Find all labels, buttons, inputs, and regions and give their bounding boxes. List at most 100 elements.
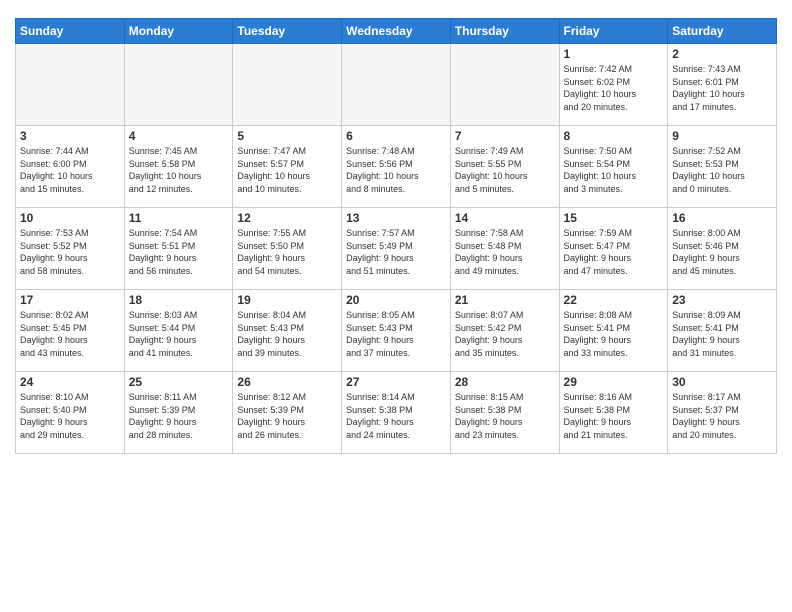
day-number: 12 xyxy=(237,211,337,225)
day-number: 22 xyxy=(564,293,664,307)
day-number: 25 xyxy=(129,375,229,389)
day-number: 19 xyxy=(237,293,337,307)
calendar-table: SundayMondayTuesdayWednesdayThursdayFrid… xyxy=(15,18,777,454)
calendar-week-row: 17 Sunrise: 8:02 AM Sunset: 5:45 PM Dayli… xyxy=(16,290,777,372)
day-number: 6 xyxy=(346,129,446,143)
calendar-day: 10 Sunrise: 7:53 AM Sunset: 5:52 PM Dayli… xyxy=(16,208,125,290)
day-info: Sunrise: 7:53 AM Sunset: 5:52 PM Dayligh… xyxy=(20,227,120,277)
calendar-week-row: 10 Sunrise: 7:53 AM Sunset: 5:52 PM Dayli… xyxy=(16,208,777,290)
calendar-day: 15 Sunrise: 7:59 AM Sunset: 5:47 PM Dayli… xyxy=(559,208,668,290)
calendar-day: 3 Sunrise: 7:44 AM Sunset: 6:00 PM Daylig… xyxy=(16,126,125,208)
page-container: General Blue SundayMondayTuesdayWednesda… xyxy=(0,0,792,464)
day-info: Sunrise: 7:54 AM Sunset: 5:51 PM Dayligh… xyxy=(129,227,229,277)
day-info: Sunrise: 8:12 AM Sunset: 5:39 PM Dayligh… xyxy=(237,391,337,441)
day-info: Sunrise: 8:04 AM Sunset: 5:43 PM Dayligh… xyxy=(237,309,337,359)
calendar-day: 8 Sunrise: 7:50 AM Sunset: 5:54 PM Daylig… xyxy=(559,126,668,208)
day-number: 27 xyxy=(346,375,446,389)
calendar-day: 18 Sunrise: 8:03 AM Sunset: 5:44 PM Dayli… xyxy=(124,290,233,372)
calendar-day: 26 Sunrise: 8:12 AM Sunset: 5:39 PM Dayli… xyxy=(233,372,342,454)
calendar-day: 24 Sunrise: 8:10 AM Sunset: 5:40 PM Dayli… xyxy=(16,372,125,454)
day-info: Sunrise: 7:47 AM Sunset: 5:57 PM Dayligh… xyxy=(237,145,337,195)
calendar-day: 7Sunrise: 7:49 AM Sunset: 5:55 PM Daylig… xyxy=(450,126,559,208)
day-number: 13 xyxy=(346,211,446,225)
calendar-day xyxy=(450,44,559,126)
calendar-day: 9 Sunrise: 7:52 AM Sunset: 5:53 PM Daylig… xyxy=(668,126,777,208)
calendar-header-row: SundayMondayTuesdayWednesdayThursdayFrid… xyxy=(16,19,777,44)
day-info: Sunrise: 7:52 AM Sunset: 5:53 PM Dayligh… xyxy=(672,145,772,195)
day-number: 21 xyxy=(455,293,555,307)
calendar-day: 6 Sunrise: 7:48 AM Sunset: 5:56 PM Daylig… xyxy=(342,126,451,208)
calendar-day: 1Sunrise: 7:42 AM Sunset: 6:02 PM Daylig… xyxy=(559,44,668,126)
weekday-header: Thursday xyxy=(450,19,559,44)
day-info: Sunrise: 7:59 AM Sunset: 5:47 PM Dayligh… xyxy=(564,227,664,277)
day-info: Sunrise: 8:00 AM Sunset: 5:46 PM Dayligh… xyxy=(672,227,772,277)
day-number: 15 xyxy=(564,211,664,225)
day-info: Sunrise: 8:14 AM Sunset: 5:38 PM Dayligh… xyxy=(346,391,446,441)
day-info: Sunrise: 8:11 AM Sunset: 5:39 PM Dayligh… xyxy=(129,391,229,441)
day-number: 10 xyxy=(20,211,120,225)
day-info: Sunrise: 7:48 AM Sunset: 5:56 PM Dayligh… xyxy=(346,145,446,195)
calendar-day xyxy=(16,44,125,126)
calendar-week-row: 24 Sunrise: 8:10 AM Sunset: 5:40 PM Dayli… xyxy=(16,372,777,454)
calendar-day: 27 Sunrise: 8:14 AM Sunset: 5:38 PM Dayli… xyxy=(342,372,451,454)
calendar-day: 12 Sunrise: 7:55 AM Sunset: 5:50 PM Dayli… xyxy=(233,208,342,290)
weekday-header: Sunday xyxy=(16,19,125,44)
calendar-day: 19 Sunrise: 8:04 AM Sunset: 5:43 PM Dayli… xyxy=(233,290,342,372)
day-number: 8 xyxy=(564,129,664,143)
day-info: Sunrise: 8:17 AM Sunset: 5:37 PM Dayligh… xyxy=(672,391,772,441)
day-info: Sunrise: 7:43 AM Sunset: 6:01 PM Dayligh… xyxy=(672,63,772,113)
day-number: 20 xyxy=(346,293,446,307)
day-info: Sunrise: 7:45 AM Sunset: 5:58 PM Dayligh… xyxy=(129,145,229,195)
calendar-day: 14 Sunrise: 7:58 AM Sunset: 5:48 PM Dayli… xyxy=(450,208,559,290)
day-info: Sunrise: 8:05 AM Sunset: 5:43 PM Dayligh… xyxy=(346,309,446,359)
day-info: Sunrise: 7:44 AM Sunset: 6:00 PM Dayligh… xyxy=(20,145,120,195)
day-number: 3 xyxy=(20,129,120,143)
day-info: Sunrise: 7:50 AM Sunset: 5:54 PM Dayligh… xyxy=(564,145,664,195)
weekday-header: Monday xyxy=(124,19,233,44)
calendar-day: 28Sunrise: 8:15 AM Sunset: 5:38 PM Dayli… xyxy=(450,372,559,454)
calendar-day: 17 Sunrise: 8:02 AM Sunset: 5:45 PM Dayli… xyxy=(16,290,125,372)
calendar-day xyxy=(233,44,342,126)
day-info: Sunrise: 8:07 AM Sunset: 5:42 PM Dayligh… xyxy=(455,309,555,359)
calendar-day xyxy=(342,44,451,126)
day-number: 2 xyxy=(672,47,772,61)
day-info: Sunrise: 7:55 AM Sunset: 5:50 PM Dayligh… xyxy=(237,227,337,277)
calendar-day: 5 Sunrise: 7:47 AM Sunset: 5:57 PM Daylig… xyxy=(233,126,342,208)
day-info: Sunrise: 7:57 AM Sunset: 5:49 PM Dayligh… xyxy=(346,227,446,277)
day-info: Sunrise: 8:16 AM Sunset: 5:38 PM Dayligh… xyxy=(564,391,664,441)
calendar-day: 21 Sunrise: 8:07 AM Sunset: 5:42 PM Dayli… xyxy=(450,290,559,372)
weekday-header: Wednesday xyxy=(342,19,451,44)
calendar-day: 23Sunrise: 8:09 AM Sunset: 5:41 PM Dayli… xyxy=(668,290,777,372)
day-number: 29 xyxy=(564,375,664,389)
day-info: Sunrise: 7:58 AM Sunset: 5:48 PM Dayligh… xyxy=(455,227,555,277)
day-number: 14 xyxy=(455,211,555,225)
day-number: 9 xyxy=(672,129,772,143)
day-info: Sunrise: 8:02 AM Sunset: 5:45 PM Dayligh… xyxy=(20,309,120,359)
calendar-day: 22 Sunrise: 8:08 AM Sunset: 5:41 PM Dayli… xyxy=(559,290,668,372)
day-number: 1 xyxy=(564,47,664,61)
day-number: 5 xyxy=(237,129,337,143)
day-info: Sunrise: 8:10 AM Sunset: 5:40 PM Dayligh… xyxy=(20,391,120,441)
day-number: 17 xyxy=(20,293,120,307)
day-number: 11 xyxy=(129,211,229,225)
weekday-header: Friday xyxy=(559,19,668,44)
calendar-day: 25 Sunrise: 8:11 AM Sunset: 5:39 PM Dayli… xyxy=(124,372,233,454)
calendar-day: 13 Sunrise: 7:57 AM Sunset: 5:49 PM Dayli… xyxy=(342,208,451,290)
day-number: 30 xyxy=(672,375,772,389)
calendar-day: 4 Sunrise: 7:45 AM Sunset: 5:58 PM Daylig… xyxy=(124,126,233,208)
day-number: 4 xyxy=(129,129,229,143)
calendar-week-row: 3 Sunrise: 7:44 AM Sunset: 6:00 PM Daylig… xyxy=(16,126,777,208)
day-info: Sunrise: 8:08 AM Sunset: 5:41 PM Dayligh… xyxy=(564,309,664,359)
day-number: 23 xyxy=(672,293,772,307)
calendar-day: 11 Sunrise: 7:54 AM Sunset: 5:51 PM Dayli… xyxy=(124,208,233,290)
weekday-header: Saturday xyxy=(668,19,777,44)
day-info: Sunrise: 8:15 AM Sunset: 5:38 PM Dayligh… xyxy=(455,391,555,441)
day-info: Sunrise: 8:03 AM Sunset: 5:44 PM Dayligh… xyxy=(129,309,229,359)
day-number: 18 xyxy=(129,293,229,307)
day-number: 26 xyxy=(237,375,337,389)
calendar-day: 16Sunrise: 8:00 AM Sunset: 5:46 PM Dayli… xyxy=(668,208,777,290)
day-info: Sunrise: 7:49 AM Sunset: 5:55 PM Dayligh… xyxy=(455,145,555,195)
calendar-day: 20 Sunrise: 8:05 AM Sunset: 5:43 PM Dayli… xyxy=(342,290,451,372)
calendar-day xyxy=(124,44,233,126)
day-number: 24 xyxy=(20,375,120,389)
